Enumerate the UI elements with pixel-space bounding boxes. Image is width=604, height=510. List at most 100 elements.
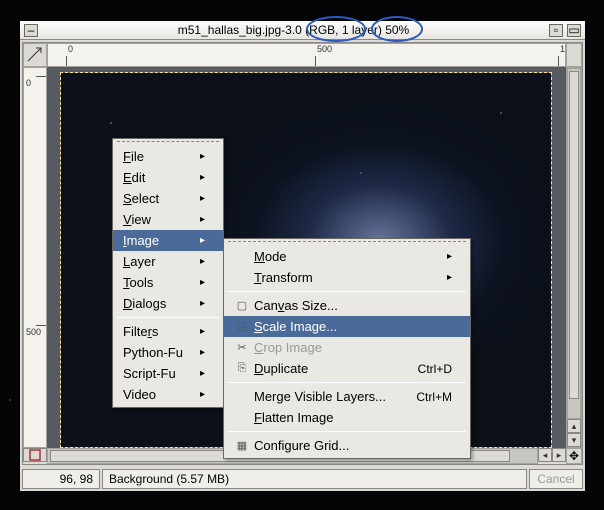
- cancel-button[interactable]: Cancel: [529, 469, 583, 489]
- maximize-button[interactable]: ▭: [567, 24, 581, 37]
- menu-item-label: View: [123, 212, 151, 227]
- ruler-horizontal[interactable]: 05001000: [47, 43, 566, 67]
- nav-preview-button[interactable]: ✥: [566, 448, 582, 464]
- menu-item-label: Configure Grid...: [254, 438, 349, 453]
- menu-item-label: Tools: [123, 275, 153, 290]
- submenu-arrow-icon: ▸: [186, 347, 205, 358]
- submenu-arrow-icon: ▸: [433, 251, 452, 262]
- scroll-right-button[interactable]: ▸: [552, 448, 566, 462]
- window-menu-button[interactable]: –: [24, 24, 38, 37]
- submenu-arrow-icon: ▸: [186, 368, 205, 379]
- menu-main-view[interactable]: View▸: [113, 209, 223, 230]
- ruler-tick: [558, 56, 559, 66]
- scrollbar-v-thumb[interactable]: [569, 71, 579, 399]
- menu-item-label: Python-Fu: [123, 345, 183, 360]
- menu-image-crop-image: ✂ Crop Image: [224, 337, 470, 358]
- menu-item-label: Select: [123, 191, 159, 206]
- scroll-down-button[interactable]: ▾: [567, 433, 581, 447]
- ruler-tick: [315, 56, 316, 66]
- menu-main-layer[interactable]: Layer ▸: [113, 251, 223, 272]
- crop-image-icon: ✂: [234, 341, 250, 354]
- menu-separator: [117, 317, 219, 318]
- scale-image-icon: ◲: [234, 320, 250, 333]
- ruler-tick: [36, 76, 46, 77]
- submenu-arrow-icon: ▸: [186, 172, 205, 183]
- menu-main-file[interactable]: File ▸: [113, 146, 223, 167]
- menu-item-label: Duplicate: [254, 361, 308, 376]
- context-menu-main: File▸Edit▸Select▸View▸Image▸Layer▸Tools▸…: [112, 138, 224, 408]
- menu-item-label: Mode: [254, 249, 287, 264]
- menu-main-edit[interactable]: Edit ▸: [113, 167, 223, 188]
- menu-item-label: Filters: [123, 324, 158, 339]
- canvas-size-icon: ▢: [234, 299, 250, 312]
- menu-main-select[interactable]: Select ▸: [113, 188, 223, 209]
- submenu-arrow-icon: ▸: [186, 256, 205, 267]
- menu-item-label: Merge Visible Layers...: [254, 389, 386, 404]
- menu-item-label: Layer: [123, 254, 156, 269]
- menu-item-label: Dialogs: [123, 296, 166, 311]
- menu-main-video[interactable]: Video ▸: [113, 384, 223, 405]
- titlebar: – m51_hallas_big.jpg-3.0 (RGB, 1 layer) …: [20, 21, 585, 40]
- ruler-tick: [66, 56, 67, 66]
- menu-image-mode[interactable]: Mode ▸: [224, 246, 470, 267]
- menu-image-duplicate[interactable]: ⎘ Duplicate Ctrl+D: [224, 358, 470, 379]
- menu-item-accel: Ctrl+D: [398, 362, 452, 376]
- menu-separator: [228, 291, 466, 292]
- statusbar: 96, 98 Background (5.57 MB) Cancel: [20, 467, 585, 491]
- menu-item-label: Canvas Size...: [254, 298, 338, 313]
- menu-main-filters[interactable]: Filters ▸: [113, 321, 223, 342]
- window-title: m51_hallas_big.jpg-3.0 (RGB, 1 layer) 50…: [40, 23, 547, 37]
- menu-main-image[interactable]: Image ▸: [113, 230, 223, 251]
- scroll-left-button[interactable]: ◂: [538, 448, 552, 462]
- menu-main-script-fu[interactable]: Script-Fu ▸: [113, 363, 223, 384]
- menu-item-label: Scale Image...: [254, 319, 337, 334]
- menu-tearoff[interactable]: [117, 141, 219, 144]
- scrollbar-v-track[interactable]: [567, 68, 581, 419]
- menu-image-scale-image[interactable]: ◲ Scale Image...: [224, 316, 470, 337]
- menu-separator: [228, 382, 466, 383]
- menu-separator: [228, 431, 466, 432]
- ruler-corner-tr: [566, 43, 582, 67]
- submenu-image: Mode ▸ Transform ▸ ▢ Canvas Size... ◲ Scale Ima…: [223, 238, 471, 459]
- minimize-button[interactable]: ▫: [549, 24, 563, 37]
- menu-item-label: Flatten Image: [254, 410, 334, 425]
- scroll-up-button[interactable]: ▴: [567, 419, 581, 433]
- status-layer-info: Background (5.57 MB): [102, 469, 527, 489]
- submenu-arrow-icon: ▸: [186, 151, 205, 162]
- submenu-arrow-icon: ▸: [186, 193, 205, 204]
- menu-image-flatten-image[interactable]: Flatten Image: [224, 407, 470, 428]
- menu-image-canvas-size[interactable]: ▢ Canvas Size...: [224, 295, 470, 316]
- menu-item-accel: Ctrl+M: [396, 390, 452, 404]
- menu-main-dialogs[interactable]: Dialogs ▸: [113, 293, 223, 314]
- image-window: – m51_hallas_big.jpg-3.0 (RGB, 1 layer) …: [19, 20, 586, 492]
- ruler-label: 0: [26, 78, 31, 88]
- quickmask-toggle[interactable]: [23, 448, 47, 462]
- menu-item-label: Image: [123, 233, 159, 248]
- menu-image-transform[interactable]: Transform ▸: [224, 267, 470, 288]
- menu-image-merge-visible-layers[interactable]: Merge Visible Layers... Ctrl+M: [224, 386, 470, 407]
- submenu-arrow-icon: ▸: [186, 298, 205, 309]
- submenu-arrow-icon: ▸: [186, 277, 205, 288]
- submenu-arrow-icon: ▸: [186, 235, 205, 246]
- duplicate-icon: ⎘: [234, 362, 250, 375]
- scrollbar-vertical[interactable]: ▴ ▾: [566, 67, 582, 448]
- menu-item-label: Edit: [123, 170, 145, 185]
- ruler-tick: [36, 325, 46, 326]
- submenu-arrow-icon: ▸: [433, 272, 452, 283]
- submenu-arrow-icon: ▸: [186, 326, 205, 337]
- menu-image-configure-grid[interactable]: ▦ Configure Grid...: [224, 435, 470, 456]
- submenu-arrow-icon: ▸: [186, 389, 205, 400]
- menu-main-python-fu[interactable]: Python-Fu▸: [113, 342, 223, 363]
- ruler-label: 0: [68, 44, 73, 54]
- ruler-label: 500: [26, 327, 41, 337]
- menu-item-label: Video: [123, 387, 156, 402]
- menu-main-tools[interactable]: Tools ▸: [113, 272, 223, 293]
- menu-item-label: File: [123, 149, 144, 164]
- menu-item-label: Script-Fu: [123, 366, 176, 381]
- menu-item-label: Crop Image: [254, 340, 322, 355]
- menu-item-label: Transform: [254, 270, 313, 285]
- ruler-vertical[interactable]: 0 500: [23, 67, 47, 448]
- configure-grid-icon: ▦: [234, 439, 250, 452]
- menu-tearoff[interactable]: [228, 241, 466, 244]
- ruler-origin-toggle[interactable]: [23, 43, 47, 67]
